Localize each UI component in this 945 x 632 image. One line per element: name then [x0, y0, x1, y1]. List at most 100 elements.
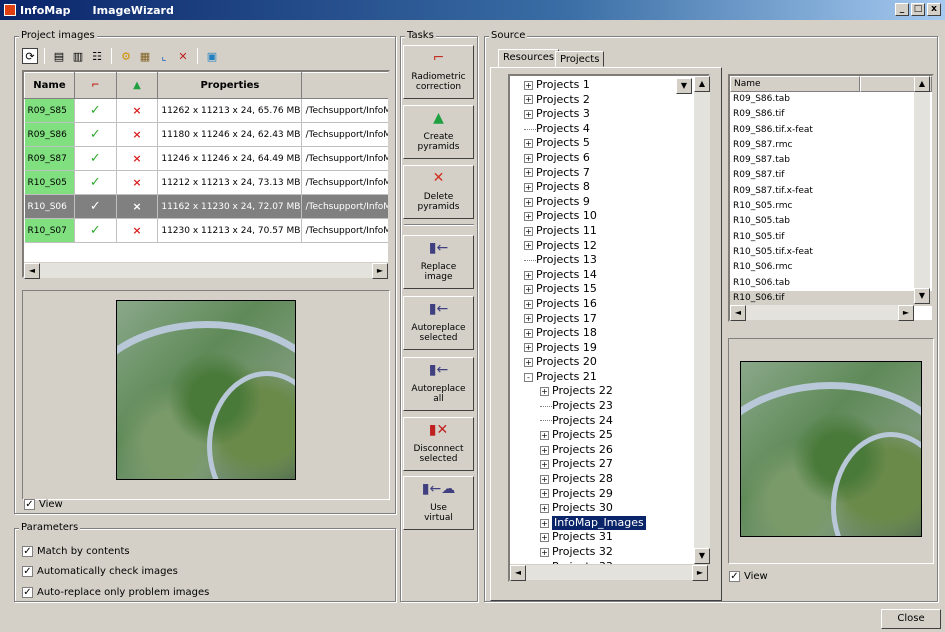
- column-header-pyramids[interactable]: ▲: [115, 72, 159, 99]
- expand-icon[interactable]: +: [540, 547, 549, 557]
- file-list-item[interactable]: R09_S87.tab: [730, 153, 932, 168]
- column-header-path[interactable]: [301, 72, 388, 99]
- expand-icon[interactable]: +: [540, 518, 549, 528]
- chart-icon[interactable]: ⌞: [156, 48, 172, 64]
- scroll-left-button[interactable]: ◄: [24, 263, 40, 279]
- table-horizontal-scrollbar[interactable]: ◄ ►: [24, 262, 388, 279]
- autoreplace-all-button[interactable]: ▮← Autoreplace all: [403, 357, 474, 411]
- scroll-down-button[interactable]: ▼: [694, 548, 710, 564]
- expand-icon[interactable]: +: [540, 445, 549, 455]
- expand-icon[interactable]: +: [524, 212, 533, 222]
- expand-icon[interactable]: +: [540, 460, 549, 470]
- file-list-item[interactable]: R09_S86.tif.x-feat4: [730, 123, 932, 138]
- table-row[interactable]: R09_S86 ✓ × 11180 x 11246 x 24, 62.43 MB/Te…: [24, 122, 388, 147]
- tree-node[interactable]: - Projects 21: [524, 370, 708, 385]
- export-icon[interactable]: ▣: [204, 48, 220, 64]
- expand-icon[interactable]: +: [540, 387, 549, 397]
- minimize-button[interactable]: _: [895, 3, 909, 16]
- file-list-horizontal-scrollbar[interactable]: ◄ ►: [730, 304, 914, 321]
- collapse-icon[interactable]: -: [524, 372, 533, 382]
- table-row[interactable]: R10_S06 ✓ × 11162 x 11230 x 24, 72.07 MB/Te…: [24, 194, 388, 219]
- parameter-option[interactable]: ✓ Match by contents: [22, 541, 209, 562]
- scroll-right-button[interactable]: ►: [898, 305, 914, 321]
- expand-icon[interactable]: +: [524, 226, 533, 236]
- delete-icon[interactable]: ✕: [175, 48, 191, 64]
- expand-icon[interactable]: +: [524, 328, 533, 338]
- autoreplace-selected-button[interactable]: ▮← Autoreplace selected: [403, 296, 474, 350]
- tree-node[interactable]: + Projects 7: [524, 166, 708, 181]
- file-list-item[interactable]: R10_S05.tif.x-feat4: [730, 245, 932, 260]
- file-list-vertical-scrollbar[interactable]: ▲ ▼: [914, 76, 930, 304]
- expand-icon[interactable]: +: [540, 431, 549, 441]
- table-row[interactable]: R09_S87 ✓ × 11246 x 11246 x 24, 64.49 MB/Te…: [24, 146, 388, 171]
- tab-resources[interactable]: Resources: [498, 49, 560, 68]
- create-pyramids-button[interactable]: ▲ Create pyramids: [403, 105, 474, 159]
- parameter-option[interactable]: ✓ Auto-replace only problem images: [22, 582, 209, 603]
- tree-node[interactable]: + Projects 19: [524, 341, 708, 356]
- tree-node[interactable]: + Projects 17: [524, 312, 708, 327]
- tree-node[interactable]: + Projects 26: [524, 443, 708, 458]
- file-list-item[interactable]: R09_S87.rmc: [730, 138, 932, 153]
- image-settings-icon[interactable]: ▦: [137, 48, 153, 64]
- expand-icon[interactable]: +: [524, 358, 533, 368]
- column-header-file-name[interactable]: Name: [730, 76, 860, 92]
- tree-node[interactable]: + Projects 32: [524, 545, 708, 560]
- file-list-item[interactable]: R09_S86.tif6: [730, 107, 932, 122]
- tree-node[interactable]: Projects 13: [524, 253, 708, 268]
- table-row[interactable]: R09_S85 ✓ × 11262 x 11213 x 24, 65.76 MB/Te…: [24, 98, 388, 123]
- tree-node[interactable]: Projects 4: [524, 122, 708, 137]
- expand-icon[interactable]: +: [524, 285, 533, 295]
- tree-node[interactable]: + Projects 15: [524, 282, 708, 297]
- tree-node[interactable]: + Projects 5: [524, 136, 708, 151]
- parameter-option[interactable]: ✓ Automatically check images: [22, 562, 209, 583]
- view-checkbox-right[interactable]: ✓ View: [729, 571, 768, 582]
- scroll-right-button[interactable]: ►: [372, 263, 388, 279]
- tree-node[interactable]: Projects 24: [524, 414, 708, 429]
- view-checkbox-box[interactable]: ✓: [729, 571, 740, 582]
- tree-vertical-scrollbar[interactable]: ▲ ▼: [694, 76, 710, 564]
- tree-node[interactable]: + Projects 9: [524, 195, 708, 210]
- expand-icon[interactable]: +: [524, 314, 533, 324]
- tree-node[interactable]: + Projects 31: [524, 530, 708, 545]
- file-list-item[interactable]: R10_S05.tif7: [730, 230, 932, 245]
- tree-node[interactable]: + Projects 27: [524, 457, 708, 472]
- replace-image-button[interactable]: ▮← Replace image: [403, 235, 474, 289]
- file-list-item[interactable]: R10_S05.rmc: [730, 199, 932, 214]
- delete-pyramids-button[interactable]: ✕ Delete pyramids: [403, 165, 474, 219]
- check-images-icon[interactable]: ⚙: [118, 48, 134, 64]
- column-header-name[interactable]: Name: [24, 72, 75, 99]
- file-list-item[interactable]: R10_S05.tab: [730, 214, 932, 229]
- refresh-icon[interactable]: ⟳: [22, 48, 38, 64]
- tree-dropdown[interactable]: ▼: [676, 78, 692, 94]
- scroll-up-button[interactable]: ▲: [694, 76, 710, 92]
- tree-node[interactable]: + Projects 12: [524, 239, 708, 254]
- dropdown-arrow-icon[interactable]: ▼: [676, 78, 692, 94]
- file-list-item[interactable]: R09_S87.tif.x-feat4: [730, 184, 932, 199]
- expand-icon[interactable]: +: [524, 109, 533, 119]
- close-button[interactable]: Close: [881, 609, 941, 629]
- tree-node[interactable]: + Projects 28: [524, 472, 708, 487]
- tree-node[interactable]: + Projects 22: [524, 384, 708, 399]
- tree-node[interactable]: + Projects 20: [524, 355, 708, 370]
- file-list-item[interactable]: R10_S06.tab: [730, 276, 932, 291]
- columns-icon[interactable]: ▥: [70, 48, 86, 64]
- tree-node[interactable]: + Projects 8: [524, 180, 708, 195]
- use-virtual-button[interactable]: ▮←☁ Use virtual: [403, 476, 474, 530]
- table-row[interactable]: R10_S05 ✓ × 11212 x 11213 x 24, 73.13 MB/Te…: [24, 170, 388, 195]
- expand-icon[interactable]: +: [540, 489, 549, 499]
- parameter-checkbox[interactable]: ✓: [22, 545, 33, 557]
- expand-icon[interactable]: +: [524, 197, 533, 207]
- view-checkbox-box[interactable]: ✓: [24, 499, 35, 510]
- restore-button[interactable]: □: [911, 3, 925, 16]
- file-list-item[interactable]: R10_S06.rmc: [730, 260, 932, 275]
- expand-icon[interactable]: +: [524, 241, 533, 251]
- table-row[interactable]: R10_S07 ✓ × 11230 x 11213 x 24, 70.57 MB/Te…: [24, 218, 388, 243]
- expand-icon[interactable]: +: [524, 139, 533, 149]
- disconnect-selected-button[interactable]: ▮✕ Disconnect selected: [403, 417, 474, 471]
- tree-node[interactable]: + Projects 2: [524, 93, 708, 108]
- expand-icon[interactable]: +: [524, 153, 533, 163]
- expand-icon[interactable]: +: [540, 504, 549, 514]
- radiometric-correction-button[interactable]: ⌐ Radiometric correction: [403, 45, 474, 99]
- tree-view-icon[interactable]: ☷: [89, 48, 105, 64]
- column-header-radiometric[interactable]: ⌐: [73, 72, 117, 99]
